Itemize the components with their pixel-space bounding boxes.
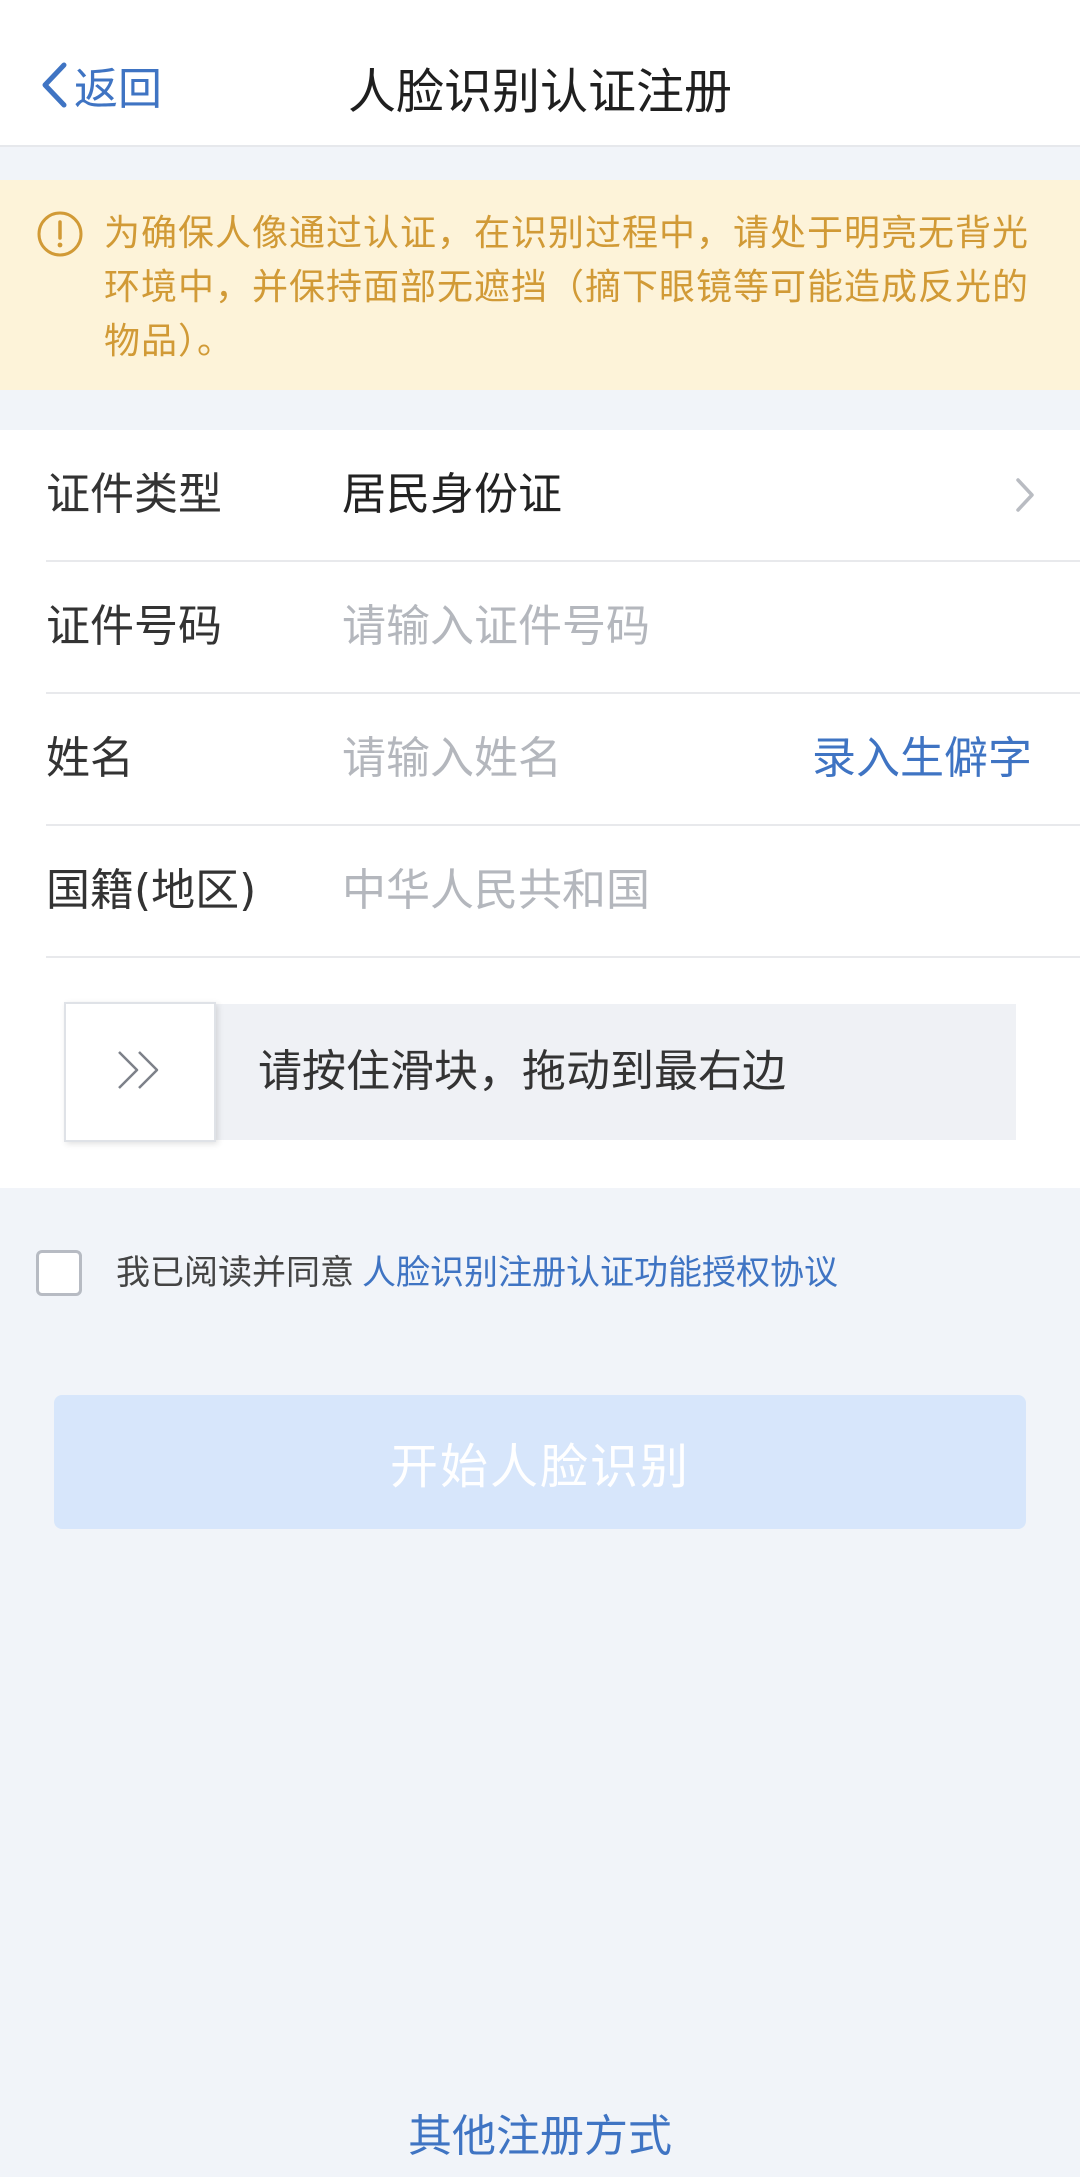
agreement-checkbox[interactable] bbox=[36, 1250, 82, 1296]
exclamation-circle-icon bbox=[36, 210, 84, 262]
nav-bar: 返回 人脸识别认证注册 bbox=[0, 0, 1080, 147]
id-number-input[interactable]: 请输入证件号码 bbox=[342, 562, 650, 692]
nationality-value: 中华人民共和国 bbox=[342, 865, 650, 916]
face-recognition-register-page: 返回 人脸识别认证注册 为确保人像通过认证，在识别过程中，请处于明亮无背光环境中… bbox=[0, 0, 1080, 2177]
rare-character-link[interactable]: 录入生僻字 bbox=[812, 694, 1032, 824]
nationality-row: 国籍(地区) 中华人民共和国 bbox=[46, 826, 1080, 958]
name-input[interactable]: 请输入姓名 bbox=[342, 694, 562, 824]
notice-text: 为确保人像通过认证，在识别过程中，请处于明亮无背光环境中，并保持面部无遮挡（摘下… bbox=[104, 213, 1030, 362]
start-face-recognition-button[interactable]: 开始人脸识别 bbox=[54, 1395, 1026, 1529]
page-title: 人脸识别认证注册 bbox=[347, 64, 732, 120]
agreement-text: 我已阅读并同意 人脸识别注册认证功能授权协议 bbox=[116, 1250, 838, 1296]
agreement-prefix: 我已阅读并同意 bbox=[116, 1253, 354, 1293]
other-register-methods-link[interactable]: 其他注册方式 bbox=[0, 2100, 1080, 2164]
id-number-row: 证件号码 请输入证件号码 bbox=[46, 562, 1080, 694]
id-type-value: 居民身份证 bbox=[342, 469, 562, 520]
id-type-row[interactable]: 证件类型 居民身份证 bbox=[46, 430, 1080, 562]
double-chevron-right-icon bbox=[113, 1048, 167, 1096]
agreement-link[interactable]: 人脸识别注册认证功能授权协议 bbox=[362, 1253, 838, 1293]
slider-hint: 请按住滑块，拖动到最右边 bbox=[258, 1046, 786, 1097]
id-type-label: 证件类型 bbox=[46, 469, 222, 520]
chevron-right-icon bbox=[1014, 476, 1036, 518]
id-number-label: 证件号码 bbox=[46, 601, 222, 652]
nationality-label: 国籍(地区) bbox=[46, 865, 257, 916]
name-label: 姓名 bbox=[46, 733, 134, 784]
slider-handle[interactable] bbox=[64, 1002, 216, 1142]
name-row: 姓名 请输入姓名 录入生僻字 bbox=[46, 694, 1080, 826]
